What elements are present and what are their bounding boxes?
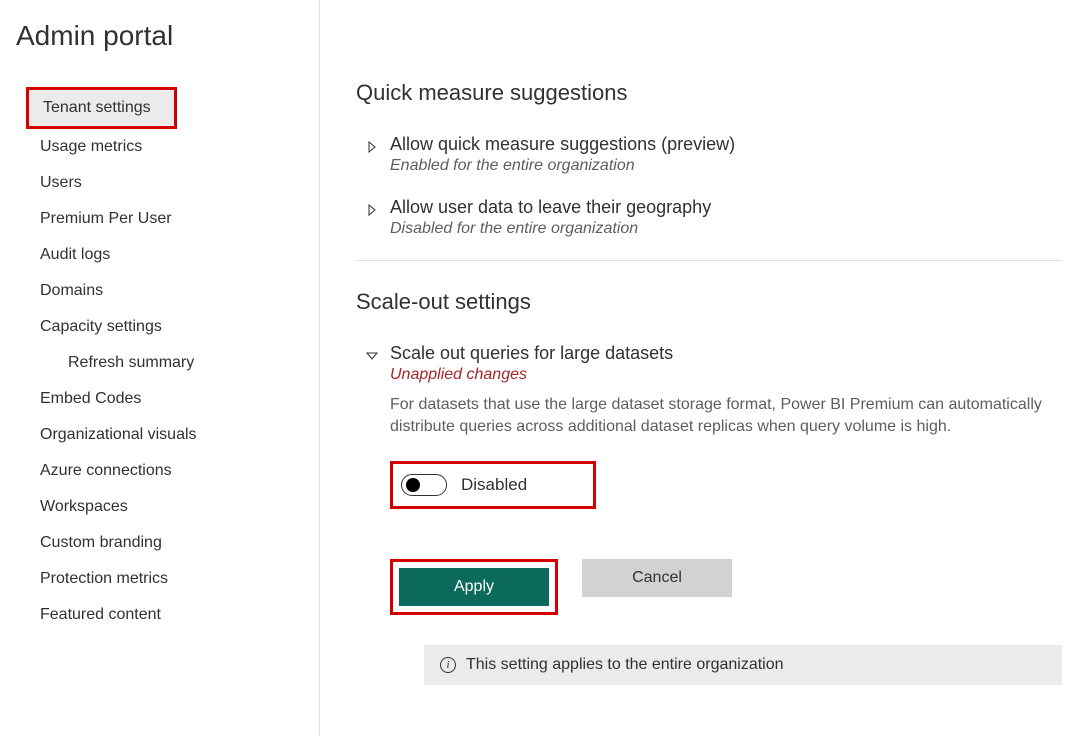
info-text: This setting applies to the entire organ…	[466, 656, 784, 674]
sidebar-item-protection-metrics[interactable]: Protection metrics	[12, 561, 302, 597]
info-icon: i	[440, 657, 456, 673]
setting-row-allow-user-data[interactable]: Allow user data to leave their geography…	[356, 197, 1062, 238]
info-bar: i This setting applies to the entire org…	[424, 645, 1062, 685]
section-title-quick-measure: Quick measure suggestions	[356, 80, 1062, 106]
cancel-button[interactable]: Cancel	[582, 559, 732, 597]
setting-label: Scale out queries for large datasets	[390, 343, 1062, 364]
sidebar-item-refresh-summary[interactable]: Refresh summary	[12, 345, 302, 381]
sidebar-item-featured-content[interactable]: Featured content	[12, 597, 302, 633]
sidebar-item-audit-logs[interactable]: Audit logs	[12, 237, 302, 273]
apply-highlight: Apply	[390, 559, 558, 615]
section-title-scale-out: Scale-out settings	[356, 289, 1062, 315]
caret-down-icon	[366, 349, 378, 361]
sidebar-item-custom-branding[interactable]: Custom branding	[12, 525, 302, 561]
main-content: Quick measure suggestions Allow quick me…	[320, 0, 1082, 737]
toggle-switch[interactable]	[401, 474, 447, 496]
setting-description: For datasets that use the large dataset …	[390, 394, 1062, 439]
setting-label: Allow quick measure suggestions (preview…	[390, 134, 1062, 155]
sidebar-item-premium-per-user[interactable]: Premium Per User	[12, 201, 302, 237]
caret-right-icon	[366, 203, 378, 215]
toggle-label: Disabled	[461, 475, 527, 495]
apply-button[interactable]: Apply	[399, 568, 549, 606]
setting-status: Disabled for the entire organization	[390, 220, 1062, 238]
section-divider	[356, 260, 1062, 261]
setting-content: Scale out queries for large datasets Una…	[390, 343, 1062, 685]
setting-content: Allow user data to leave their geography…	[390, 197, 1062, 238]
sidebar-item-organizational-visuals[interactable]: Organizational visuals	[12, 417, 302, 453]
caret-right-icon	[366, 140, 378, 152]
sidebar-item-embed-codes[interactable]: Embed Codes	[12, 381, 302, 417]
sidebar: Admin portal Tenant settings Usage metri…	[0, 0, 320, 737]
sidebar-item-usage-metrics[interactable]: Usage metrics	[12, 129, 302, 165]
nav-list: Tenant settings Usage metrics Users Prem…	[12, 87, 319, 633]
sidebar-item-tenant-settings[interactable]: Tenant settings	[26, 87, 177, 129]
sidebar-item-domains[interactable]: Domains	[12, 273, 302, 309]
sidebar-item-capacity-settings[interactable]: Capacity settings	[12, 309, 302, 345]
button-row: Apply Cancel	[390, 559, 1062, 615]
setting-row-allow-quick-measure[interactable]: Allow quick measure suggestions (preview…	[356, 134, 1062, 175]
toggle-knob	[406, 478, 420, 492]
sidebar-item-users[interactable]: Users	[12, 165, 302, 201]
portal-title: Admin portal	[12, 20, 319, 52]
setting-label: Allow user data to leave their geography	[390, 197, 1062, 218]
setting-content: Allow quick measure suggestions (preview…	[390, 134, 1062, 175]
sidebar-item-azure-connections[interactable]: Azure connections	[12, 453, 302, 489]
setting-status: Enabled for the entire organization	[390, 157, 1062, 175]
sidebar-item-workspaces[interactable]: Workspaces	[12, 489, 302, 525]
setting-row-scale-out-queries[interactable]: Scale out queries for large datasets Una…	[356, 343, 1062, 685]
setting-warning: Unapplied changes	[390, 366, 1062, 384]
toggle-highlight: Disabled	[390, 461, 596, 509]
